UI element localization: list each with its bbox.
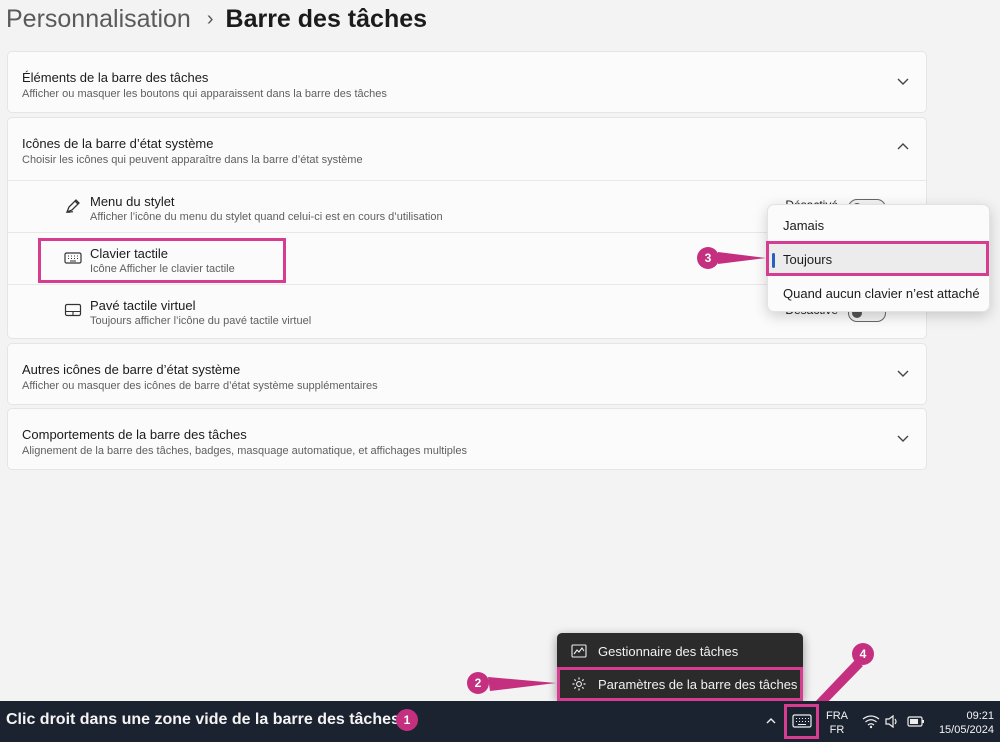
setting-title: Pavé tactile virtuel [90,298,196,313]
chevron-down-icon[interactable] [896,74,910,88]
chevron-down-icon[interactable] [896,366,910,380]
taskbar[interactable]: Clic droit dans une zone vide de la barr… [0,701,1000,742]
section-subtitle: Alignement de la barre des tâches, badge… [22,445,467,457]
section-title: Icônes de la barre d’état système [22,136,214,151]
arrow-2 [488,677,556,691]
taskbar-settings-highlight [557,667,803,701]
breadcrumb-parent[interactable]: Personnalisation [6,5,191,34]
setting-title: Menu du stylet [90,194,175,209]
section-title: Autres icônes de barre d’état système [22,362,241,377]
language-primary: FRA [826,710,848,722]
chevron-up-icon[interactable] [765,715,777,727]
pen-icon [65,199,80,214]
page-title: Barre des tâches [225,4,428,33]
touchpad-icon [64,303,82,317]
language-secondary: FR [829,724,845,736]
section-taskbar-items[interactable]: Éléments de la barre des tâches Afficher… [7,51,927,113]
section-taskbar-behaviors[interactable]: Comportements de la barre des tâches Ali… [7,408,927,470]
setting-description: Afficher l’icône du menu du stylet quand… [90,211,443,223]
tray-keyboard-highlight [784,704,819,739]
annotation-badge-1: 1 [396,709,418,731]
setting-description: Toujours afficher l’icône du pavé tactil… [90,315,312,327]
context-item-label: Gestionnaire des tâches [598,643,739,659]
taskbar-caption: Clic droit dans une zone vide de la barr… [6,711,400,728]
annotation-badge-3: 3 [697,247,719,269]
touch-keyboard-highlight [38,238,286,283]
battery-icon[interactable] [907,715,925,728]
section-title: Éléments de la barre des tâches [22,70,209,85]
dropdown-option-no-keyboard[interactable]: Quand aucun clavier n’est attaché [768,278,989,310]
chevron-up-icon[interactable] [896,140,910,154]
section-subtitle: Afficher ou masquer les boutons qui appa… [22,88,387,100]
annotation-badge-4: 4 [852,643,874,665]
always-option-highlight [766,241,989,276]
wifi-icon[interactable] [862,714,880,729]
speaker-icon[interactable] [884,714,900,729]
section-subtitle: Choisir les icônes qui peuvent apparaîtr… [22,154,363,166]
chevron-down-icon[interactable] [896,431,910,445]
language-indicator[interactable]: FRA FR [826,709,848,737]
clock-date: 15/05/2024 [938,724,994,736]
section-subtitle: Afficher ou masquer des icônes de barre … [22,380,378,392]
annotation-badge-2: 2 [467,672,489,694]
clock-time: 09:21 [966,710,994,722]
dropdown-option-never[interactable]: Jamais [768,210,989,242]
breadcrumb-separator: › [206,7,214,30]
context-item-task-manager[interactable]: Gestionnaire des tâches [557,635,803,667]
section-other-tray-icons[interactable]: Autres icônes de barre d’état système Af… [7,343,927,405]
task-manager-icon [571,644,587,658]
breadcrumb: Personnalisation › Barre des tâches [6,2,427,36]
section-header[interactable]: Icônes de la barre d’état système Choisi… [8,118,926,180]
section-title: Comportements de la barre des tâches [22,427,247,442]
clock[interactable]: 09:21 15/05/2024 [939,709,994,737]
